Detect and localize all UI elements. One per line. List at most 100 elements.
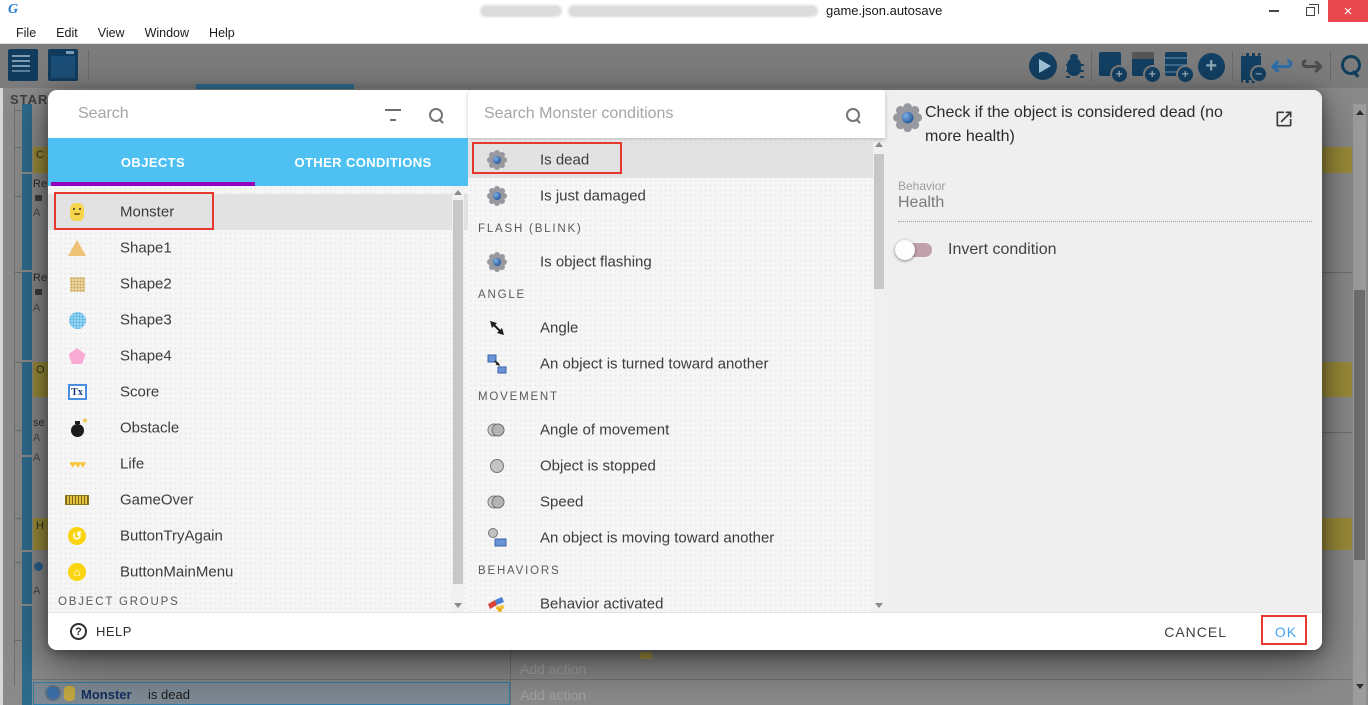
behavior-gear-icon <box>47 687 59 699</box>
section-behaviors: BEHAVIORS <box>468 556 885 586</box>
list-item-life[interactable]: Life <box>48 446 468 482</box>
menu-window[interactable]: Window <box>135 22 199 44</box>
invert-condition-toggle[interactable] <box>898 243 932 257</box>
tab-bar: OBJECTS OTHER CONDITIONS <box>48 138 468 186</box>
add-action-link: Add action <box>520 661 586 677</box>
menu-help[interactable]: Help <box>199 22 245 44</box>
objects-scrollbar[interactable] <box>452 186 464 612</box>
event-tree-line <box>14 106 15 686</box>
play-icon[interactable] <box>1029 52 1057 80</box>
condition-description: Check if the object is considered dead (… <box>925 101 1255 149</box>
condition-moving-toward[interactable]: An object is moving toward another <box>468 520 885 556</box>
redacted-text-block <box>480 5 562 17</box>
list-item-shape3[interactable]: Shape3 <box>48 302 468 338</box>
comment-event: C <box>33 147 48 173</box>
add-external-events-icon[interactable] <box>1132 52 1158 80</box>
condition-angle[interactable]: Angle <box>468 310 885 346</box>
menu-file[interactable]: File <box>6 22 46 44</box>
toolbar-separator <box>1330 51 1331 81</box>
menu-edit[interactable]: Edit <box>46 22 88 44</box>
single-circle-icon <box>484 448 510 484</box>
conditions-search-input[interactable] <box>468 105 846 123</box>
conditions-search-row <box>468 90 885 138</box>
list-item-score[interactable]: Tx Score <box>48 374 468 410</box>
ok-button[interactable]: OK <box>1275 624 1297 640</box>
section-flash: FLASH (BLINK) <box>468 214 885 244</box>
list-item-gameover[interactable]: GameOver <box>48 482 468 518</box>
square-icon <box>70 277 85 292</box>
list-item-shape4[interactable]: Shape4 <box>48 338 468 374</box>
condition-object-is-stopped[interactable]: Object is stopped <box>468 448 885 484</box>
objects-search-input[interactable] <box>48 105 385 123</box>
titlebar: G game.json.autosave <box>0 0 1368 22</box>
behavior-field-value[interactable]: Health <box>898 194 944 212</box>
remove-toolbar-icon[interactable] <box>1240 52 1264 80</box>
toggle-knob[interactable] <box>895 240 915 260</box>
circle-icon <box>69 312 86 329</box>
scroll-up-icon[interactable] <box>875 142 883 147</box>
scroll-down-icon[interactable] <box>454 603 462 608</box>
search-events-icon[interactable] <box>1338 53 1362 79</box>
add-action-link: Add action <box>520 687 586 703</box>
cancel-button[interactable]: CANCEL <box>1164 624 1227 640</box>
scene-editor-icon[interactable] <box>48 49 78 81</box>
condition-angle-of-movement[interactable]: Angle of movement <box>468 412 885 448</box>
scroll-up-icon[interactable] <box>454 190 462 195</box>
object-groups-header: OBJECT GROUPS <box>48 590 468 612</box>
events-scrollbar-thumb[interactable] <box>1354 290 1365 560</box>
condition-is-just-damaged[interactable]: Is just damaged <box>468 178 885 214</box>
list-item-buttontryagain[interactable]: ButtonTryAgain <box>48 518 468 554</box>
close-button[interactable] <box>1328 0 1368 22</box>
filter-icon[interactable] <box>385 107 401 121</box>
restore-button[interactable] <box>1292 0 1328 22</box>
debug-icon[interactable] <box>1064 52 1084 80</box>
behavior-gear-icon <box>489 188 505 204</box>
toolbar-separator <box>1232 51 1233 81</box>
add-external-layout-icon[interactable] <box>1165 52 1191 80</box>
comment-event <box>1322 518 1352 550</box>
list-item-monster[interactable]: Monster <box>48 194 468 230</box>
condition-turned-toward[interactable]: An object is turned toward another <box>468 346 885 382</box>
comment-event <box>1322 362 1352 397</box>
pentagon-icon <box>69 348 86 364</box>
scroll-down-icon[interactable] <box>875 603 883 608</box>
redo-icon[interactable] <box>1300 51 1323 82</box>
monster-icon <box>64 686 75 701</box>
objects-panel: OBJECTS OTHER CONDITIONS Monster Shape1 … <box>48 90 468 612</box>
list-item-buttonmainmenu[interactable]: ButtonMainMenu <box>48 554 468 590</box>
condition-is-dead[interactable]: Is dead <box>468 142 885 178</box>
conditions-panel: Is dead Is just damaged FLASH (BLINK) Is… <box>468 90 885 612</box>
help-button[interactable]: HELP <box>70 623 132 640</box>
undo-icon[interactable] <box>1271 51 1294 82</box>
add-extension-icon[interactable] <box>1198 53 1225 80</box>
scroll-up-icon[interactable] <box>1356 110 1364 115</box>
list-item-shape1[interactable]: Shape1 <box>48 230 468 266</box>
tab-objects[interactable]: OBJECTS <box>48 138 258 186</box>
left-panel-edge <box>0 88 3 705</box>
project-manager-icon[interactable] <box>8 49 38 81</box>
search-icon <box>846 108 859 121</box>
monster-icon <box>70 203 84 221</box>
scrollbar-thumb[interactable] <box>453 200 463 584</box>
list-item-shape2[interactable]: Shape2 <box>48 266 468 302</box>
list-item-obstacle[interactable]: Obstacle <box>48 410 468 446</box>
gdevelop-logo-icon: G <box>8 2 24 18</box>
minimize-button[interactable] <box>1256 0 1292 22</box>
add-scene-icon[interactable] <box>1099 52 1125 80</box>
choose-condition-dialog: OBJECTS OTHER CONDITIONS Monster Shape1 … <box>48 90 1322 650</box>
condition-speed[interactable]: Speed <box>468 484 885 520</box>
scene-tab-indicator <box>196 84 354 89</box>
conditions-scrollbar[interactable] <box>873 138 885 612</box>
scrollbar-thumb[interactable] <box>874 154 884 289</box>
menu-view[interactable]: View <box>88 22 135 44</box>
condition-is-object-flashing[interactable]: Is object flashing <box>468 244 885 280</box>
behavior-field-label: Behavior <box>898 179 945 193</box>
condition-behavior-activated[interactable]: Behavior activated <box>468 586 885 612</box>
tab-other-conditions[interactable]: OTHER CONDITIONS <box>258 138 468 186</box>
scroll-down-icon[interactable] <box>1356 684 1364 689</box>
open-in-new-icon[interactable] <box>1274 109 1294 129</box>
behavior-gear-icon <box>489 152 505 168</box>
hearts-icon <box>69 455 84 473</box>
toolbar <box>0 44 1368 88</box>
selected-condition-row: Monster is dead <box>33 682 510 705</box>
